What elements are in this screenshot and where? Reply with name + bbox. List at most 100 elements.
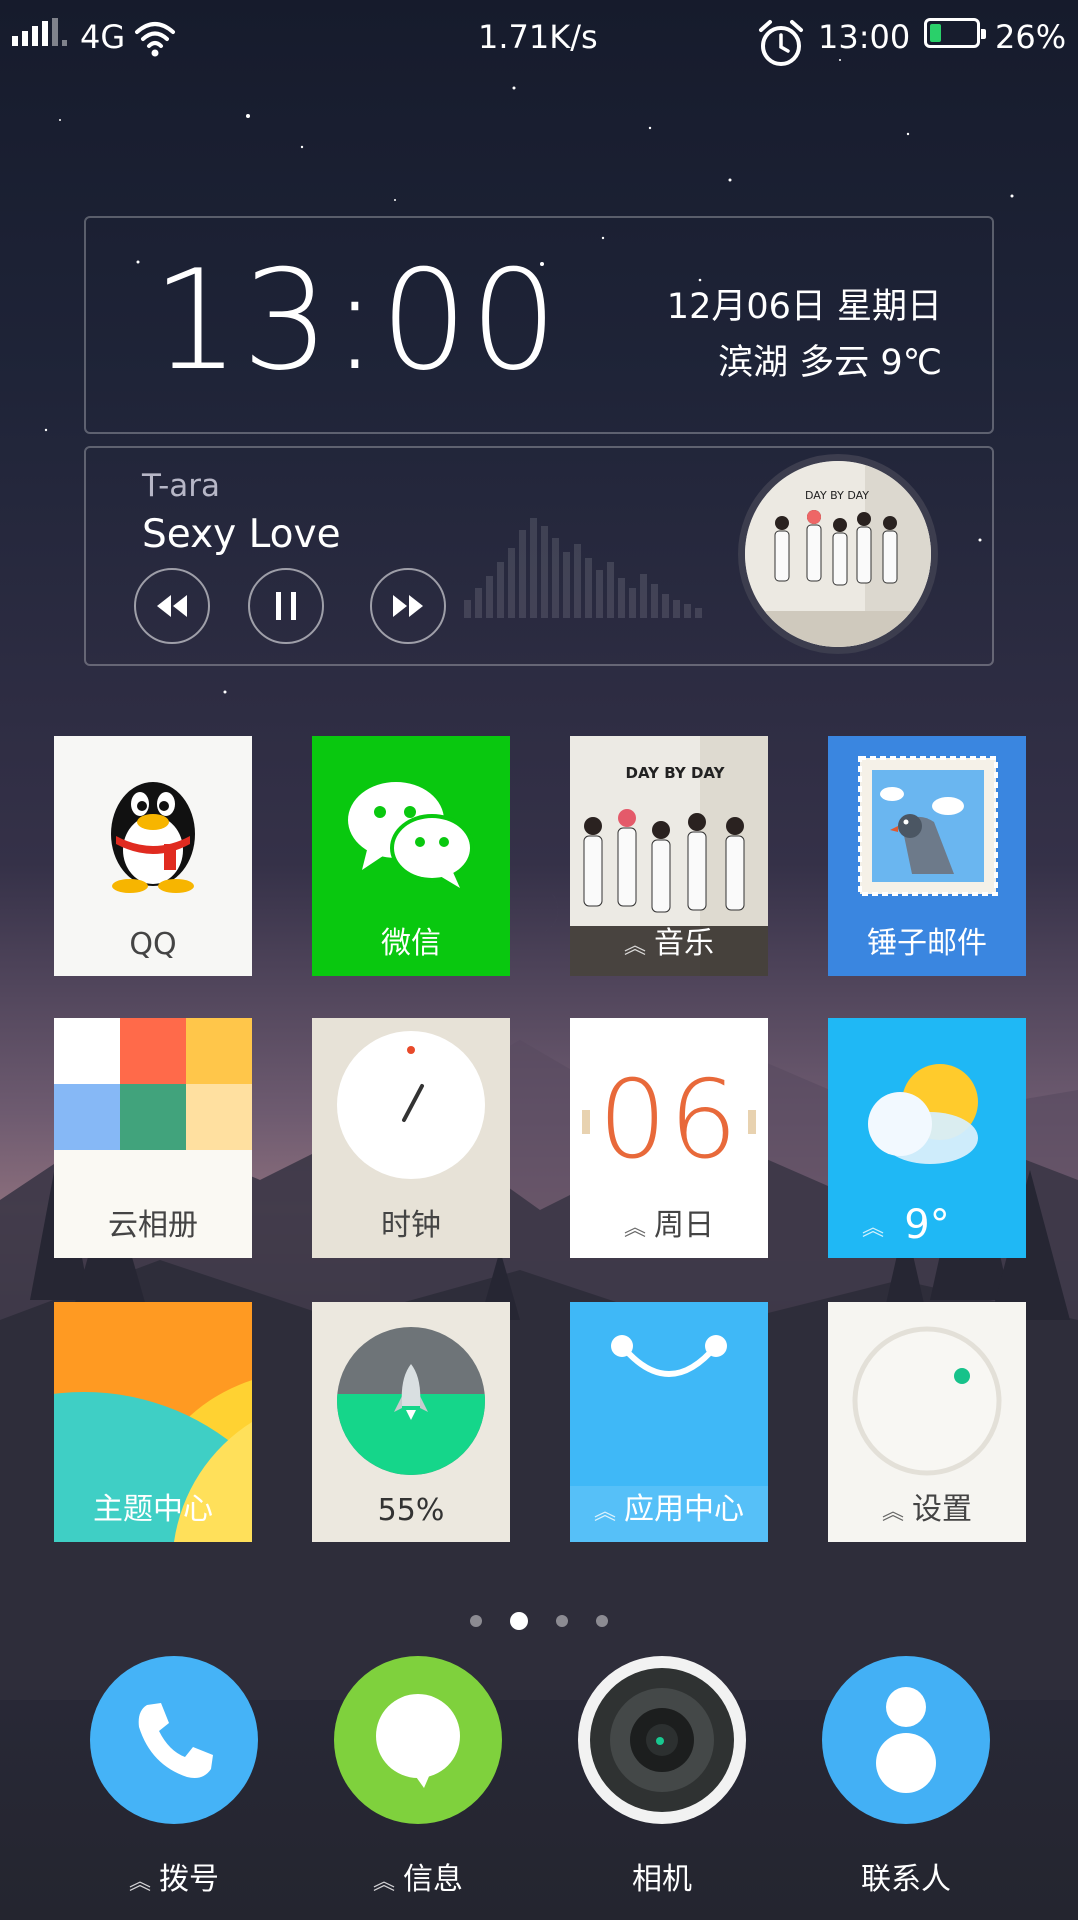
page-dot-active[interactable]	[510, 1612, 528, 1630]
dock-label: 相机	[632, 1862, 692, 1897]
app-wechat[interactable]: 微信	[312, 736, 510, 976]
app-app-center[interactable]: ︽ 应用中心	[570, 1302, 768, 1542]
equalizer-visual	[464, 518, 702, 618]
equalizer-bar	[607, 562, 614, 618]
app-label: ︽ 周日	[623, 1208, 714, 1243]
camera-lens-icon	[590, 1668, 734, 1812]
equalizer-bar	[475, 588, 482, 618]
equalizer-bar	[519, 530, 526, 618]
equalizer-bar	[596, 570, 603, 618]
app-label: 55%	[377, 1493, 445, 1528]
next-button[interactable]	[370, 568, 446, 644]
equalizer-bar	[574, 544, 581, 618]
equalizer-bar	[684, 604, 691, 618]
status-bar: 4G 1.71K/s 13:00 26%	[0, 0, 1078, 78]
smile-bag-icon	[611, 1335, 727, 1377]
settings-knob-icon	[852, 1326, 1002, 1476]
page-indicator	[0, 1612, 1078, 1630]
app-weather[interactable]: ︽ 9°	[828, 1018, 1026, 1258]
equalizer-bar	[508, 548, 515, 618]
pause-icon	[276, 592, 296, 620]
app-mail[interactable]: 锤子邮件	[828, 736, 1026, 976]
equalizer-bar	[530, 518, 537, 618]
app-label: 时钟	[381, 1208, 441, 1243]
rocket-boost-icon	[337, 1327, 485, 1475]
equalizer-bar	[640, 574, 647, 618]
app-label: ︽ 设置	[881, 1492, 972, 1527]
battery-fill	[930, 24, 941, 42]
expand-up-icon: ︽	[862, 1216, 885, 1241]
widget-time: 13:00	[152, 240, 560, 401]
app-label: 云相册	[108, 1208, 198, 1243]
equalizer-bar	[464, 600, 471, 618]
status-clock: 13:00	[818, 18, 911, 56]
equalizer-bar	[629, 588, 636, 618]
app-label: ︽ 应用中心	[593, 1492, 744, 1527]
app-clock[interactable]: 时钟	[312, 1018, 510, 1258]
rewind-icon	[157, 595, 187, 617]
stamp-icon	[858, 756, 998, 896]
equalizer-bar	[673, 600, 680, 618]
app-theme-center[interactable]: 主题中心	[54, 1302, 252, 1542]
moon-icon	[518, 892, 559, 935]
app-settings[interactable]: ︽ 设置	[828, 1302, 1026, 1542]
app-label: ︽ 9°	[862, 1202, 950, 1248]
equalizer-bar	[552, 538, 559, 618]
album-title: DAY BY DAY	[805, 489, 869, 502]
widget-weather: 滨湖 多云 9℃	[718, 343, 942, 383]
equalizer-bar	[651, 584, 658, 618]
page-dot[interactable]	[470, 1615, 482, 1627]
network-type: 4G	[80, 18, 126, 56]
equalizer-bar	[497, 562, 504, 618]
app-label: 主题中心	[93, 1492, 213, 1527]
expand-up-icon: ︽	[593, 1500, 616, 1525]
dock-contacts[interactable]	[822, 1656, 990, 1824]
music-widget[interactable]: T-ara Sexy Love DAY BY DAY	[84, 446, 994, 666]
dock-camera[interactable]	[578, 1656, 746, 1824]
previous-button[interactable]	[134, 568, 210, 644]
calendar-date: 06	[598, 1058, 740, 1183]
dock-messages[interactable]	[334, 1656, 502, 1824]
battery-icon	[924, 18, 986, 48]
album-cover-image: DAY BY DAY	[745, 461, 931, 647]
contacts-person-icon	[876, 1687, 936, 1793]
equalizer-bar	[662, 594, 669, 618]
expand-up-icon: ︽	[881, 1500, 904, 1525]
widget-date: 12月06日 星期日	[666, 287, 942, 327]
dock-label: ︽ 拨号	[128, 1862, 219, 1897]
equalizer-bar	[541, 526, 548, 618]
app-cloud-album[interactable]: 云相册	[54, 1018, 252, 1258]
music-song: Sexy Love	[142, 512, 341, 557]
expand-up-icon: ︽	[372, 1870, 395, 1895]
app-label: QQ	[129, 927, 177, 962]
page-dot[interactable]	[596, 1615, 608, 1627]
album-art[interactable]: DAY BY DAY	[738, 454, 938, 654]
message-bubble-icon	[376, 1694, 460, 1788]
app-qq[interactable]: QQ	[54, 736, 252, 976]
dock-phone[interactable]	[90, 1656, 258, 1824]
expand-up-icon: ︽	[128, 1870, 151, 1895]
weather-partly-cloudy-icon	[868, 1064, 978, 1164]
phone-icon	[138, 1703, 213, 1778]
clock-weather-widget[interactable]: 13:00 12月06日 星期日 滨湖 多云 9℃	[84, 216, 994, 434]
fast-forward-icon	[393, 595, 423, 617]
clock-face-icon	[337, 1031, 485, 1179]
expand-up-icon: ︽	[623, 934, 646, 959]
app-label: 锤子邮件	[867, 926, 987, 961]
app-calendar[interactable]: 06 ︽ 周日	[570, 1018, 768, 1258]
app-cleaner[interactable]: 55%	[312, 1302, 510, 1542]
pause-button[interactable]	[248, 568, 324, 644]
dock-label: 联系人	[861, 1862, 951, 1897]
wechat-icon	[348, 782, 474, 888]
dock-label: ︽ 信息	[372, 1862, 463, 1897]
expand-up-icon: ︽	[623, 1216, 646, 1241]
battery-percent: 26%	[995, 18, 1067, 56]
album-title: DAY BY DAY	[626, 764, 726, 782]
equalizer-bar	[563, 552, 570, 618]
app-music[interactable]: DAY BY DAY ︽ 音乐	[570, 736, 768, 976]
page-dot[interactable]	[556, 1615, 568, 1627]
equalizer-bar	[618, 578, 625, 618]
wifi-icon	[135, 22, 175, 57]
app-label: 微信	[381, 926, 441, 961]
signal-icon	[12, 18, 67, 46]
